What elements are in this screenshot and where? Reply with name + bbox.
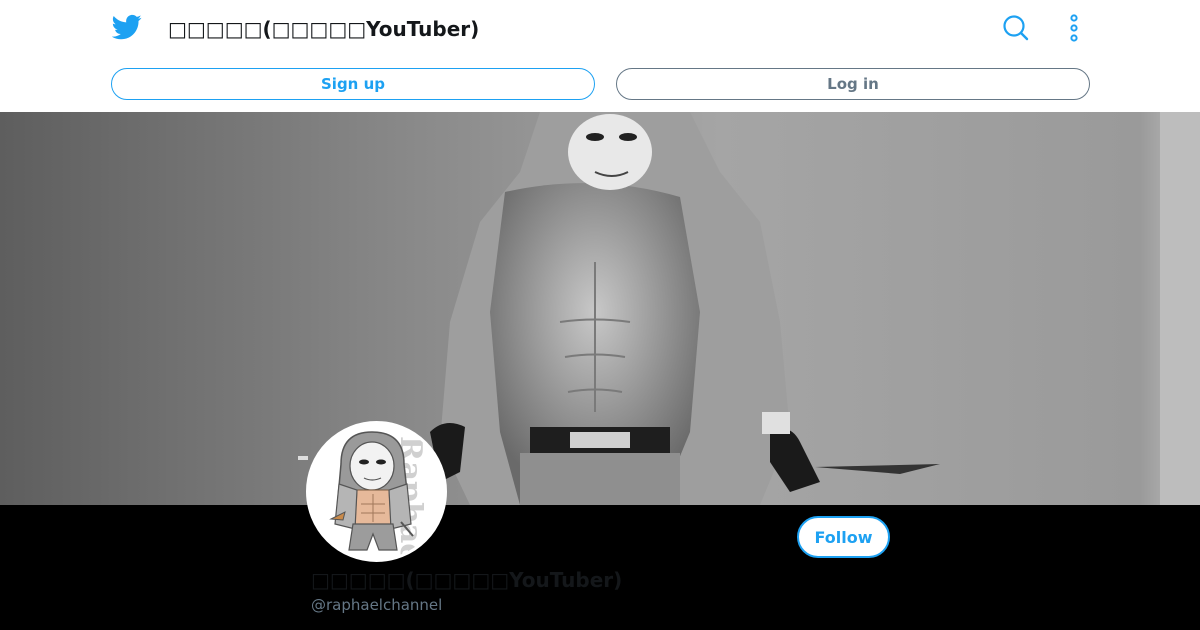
avatar-illustration: Raphael [309,424,444,559]
follow-button[interactable]: Follow [797,516,890,558]
search-icon[interactable] [1000,12,1032,44]
sign-up-button[interactable]: Sign up [111,68,595,100]
profile-display-name: □□□□□(□□□□□YouTuber) [311,568,623,592]
top-bar: □□□□□(□□□□□YouTuber) Sign up Log in [0,0,1200,112]
avatar[interactable]: Raphael [306,421,447,562]
profile-handle[interactable]: @raphaelchannel [311,596,442,614]
more-vertical-icon[interactable] [1062,12,1086,44]
twitter-bird-icon[interactable] [112,12,142,42]
profile-banner-image[interactable] [0,112,1200,505]
page-title: □□□□□(□□□□□YouTuber) [168,17,480,41]
log-in-button[interactable]: Log in [616,68,1090,100]
